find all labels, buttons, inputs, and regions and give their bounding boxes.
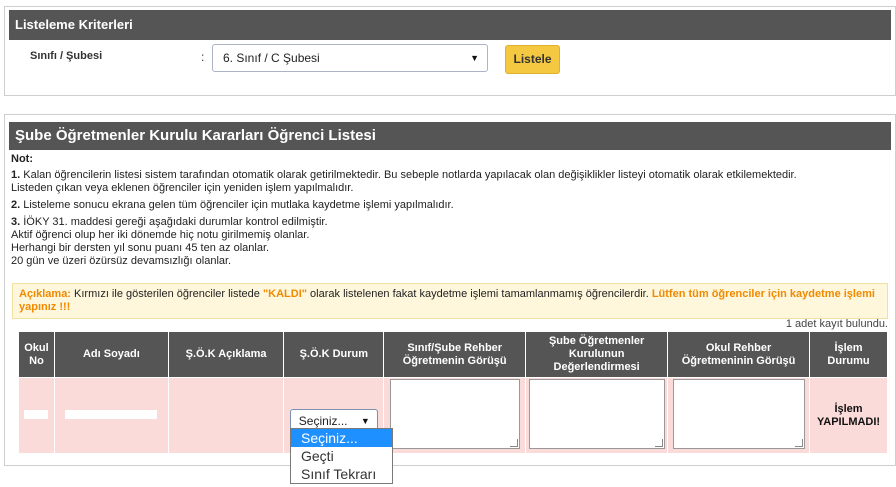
cell-teacher-opinion <box>383 377 527 454</box>
school-counselor-textarea[interactable] <box>672 379 805 449</box>
table-row: Seçiniz... ▼ İşlem YAPILMADI! <box>18 377 888 454</box>
note-label: Not: <box>11 153 33 165</box>
notes-section: Not: 1. Kalan öğrencilerin listesi siste… <box>11 153 891 272</box>
teacher-opinion-textarea[interactable] <box>389 379 520 449</box>
cell-school-no <box>18 377 55 454</box>
resize-handle-icon[interactable] <box>794 439 803 447</box>
col-teacher-opinion: Sınıf/Şube Rehber Öğretmenin Görüşü <box>383 331 527 378</box>
col-sok-description: Ş.Ö.K Açıklama <box>167 331 285 378</box>
resize-handle-icon[interactable] <box>509 439 518 447</box>
note-1: 1. Kalan öğrencilerin listesi sistem tar… <box>11 169 797 194</box>
chevron-down-icon: ▼ <box>470 53 479 63</box>
col-school-no: Okul No <box>18 331 55 378</box>
cell-name <box>53 377 169 454</box>
kaldi-text: "KALDI" <box>262 288 307 300</box>
class-select-value: 6. Sınıf / C Şubesi <box>223 51 320 65</box>
list-header: Şube Öğretmenler Kurulu Kararları Öğrenc… <box>9 122 891 150</box>
note-2: 2. Listeleme sonucu ekrana gelen tüm öğr… <box>11 199 454 211</box>
redacted-name <box>65 409 158 419</box>
board-evaluation-textarea[interactable] <box>528 379 665 449</box>
class-select[interactable]: 6. Sınıf / C Şubesi ▼ <box>212 44 488 72</box>
student-table: Okul No Adı Soyadı Ş.Ö.K Açıklama Ş.Ö.K D… <box>18 331 888 454</box>
cell-school-counselor-opinion <box>667 377 811 454</box>
dropdown-option-gecti[interactable]: Geçti <box>291 447 392 465</box>
list-button[interactable]: Listele <box>505 45 560 74</box>
col-sok-status: Ş.Ö.K Durum <box>283 331 385 378</box>
col-process-status: İşlem Durumu <box>809 331 888 378</box>
col-school-counselor-opinion: Okul Rehber Öğretmeninin Görüşü <box>667 331 811 378</box>
col-name: Adı Soyadı <box>53 331 169 378</box>
dropdown-option-sinif-tekrari[interactable]: Sınıf Tekrarı <box>291 465 392 483</box>
sok-status-dropdown: Seçiniz... Geçti Sınıf Tekrarı <box>290 428 393 484</box>
info-box: Açıklama: Kırmızı ile gösterilen öğrenci… <box>12 283 888 319</box>
cell-process-status: İşlem YAPILMADI! <box>809 377 888 454</box>
col-board-evaluation: Şube Öğretmenler Kurulunun Değerlendirmesi <box>525 331 669 378</box>
status-badge: İşlem YAPILMADI! <box>816 402 881 428</box>
class-label: Sınıfı / Şubesi <box>30 50 103 62</box>
redacted-school-no <box>24 409 49 419</box>
record-count: 1 adet kayıt bulundu. <box>785 318 888 330</box>
resize-handle-icon[interactable] <box>654 439 663 447</box>
cell-board-evaluation <box>525 377 669 454</box>
note-3: 3. İÖKY 31. maddesi gereği aşağıdaki dur… <box>11 216 328 267</box>
cell-sok-description <box>167 377 285 454</box>
dropdown-option-seciniz[interactable]: Seçiniz... <box>291 429 392 447</box>
class-colon: : <box>201 50 205 64</box>
criteria-header: Listeleme Kriterleri <box>9 10 891 40</box>
info-label: Açıklama: <box>19 288 71 300</box>
